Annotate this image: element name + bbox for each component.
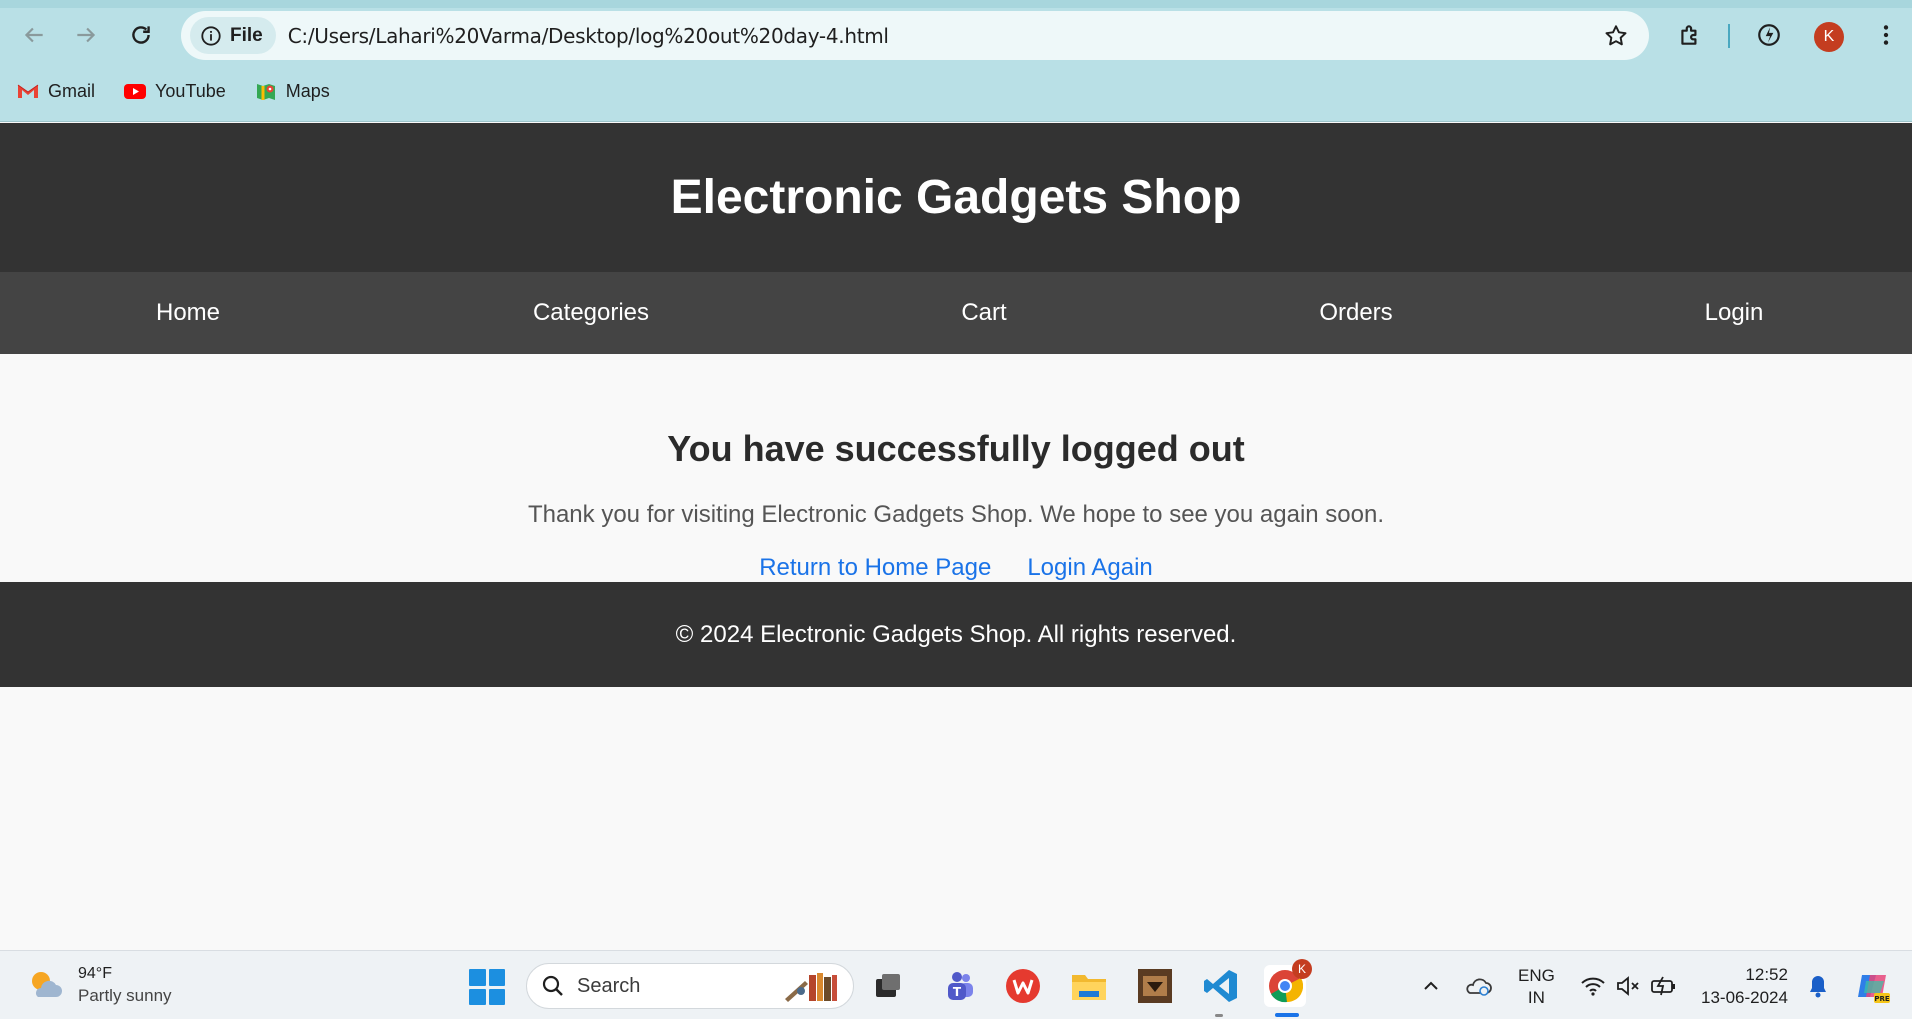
windows-logo-icon — [469, 969, 486, 986]
url-text[interactable]: C:/Users/Lahari%20Varma/Desktop/log%20ou… — [288, 24, 889, 48]
battery-charging-icon — [1651, 976, 1675, 996]
taskbar-file-explorer[interactable] — [1068, 965, 1110, 1007]
speedometer-icon — [1758, 24, 1780, 46]
logout-heading: You have successfully logged out — [667, 428, 1245, 469]
language-indicator[interactable]: ENG IN — [1518, 965, 1555, 1009]
photo-thumbnail-icon — [1138, 969, 1172, 1003]
browser-menu-button[interactable] — [1868, 17, 1904, 53]
nav-categories[interactable]: Categories — [533, 272, 649, 354]
chevron-up-icon — [1424, 981, 1438, 990]
windows-logo-icon — [488, 969, 505, 986]
taskbar-search[interactable]: Search — [526, 963, 854, 1009]
reload-icon — [132, 26, 150, 44]
clock-date: 13-06-2024 — [1701, 988, 1788, 1007]
forward-arrow-icon — [77, 27, 96, 43]
toolbar-separator — [1728, 24, 1730, 48]
address-bar[interactable]: File C:/Users/Lahari%20Varma/Desktop/log… — [181, 11, 1649, 60]
vscode-icon — [1204, 970, 1237, 1002]
system-clock[interactable]: 12:52 13-06-2024 — [1701, 963, 1788, 1009]
windows-logo-icon — [488, 988, 505, 1005]
teams-icon: T — [948, 972, 973, 1000]
bell-icon — [1810, 976, 1826, 998]
partly-sunny-icon — [32, 972, 62, 997]
main-nav: Home Categories Cart Orders Login — [0, 272, 1912, 354]
taskbar: 94°F Partly sunny Search T K ENG IN 12:5… — [0, 950, 1912, 1019]
return-home-link[interactable]: Return to Home Page — [759, 554, 991, 582]
bookmark-star-button[interactable] — [1599, 19, 1633, 53]
notifications-button[interactable] — [1797, 965, 1839, 1007]
bookmark-maps[interactable]: Maps — [254, 81, 330, 102]
weather-widget[interactable]: 94°F Partly sunny — [26, 963, 172, 1007]
site-title: Electronic Gadgets Shop — [670, 171, 1242, 224]
start-button[interactable] — [469, 969, 505, 1005]
browser-chrome: File C:/Users/Lahari%20Varma/Desktop/log… — [0, 0, 1912, 122]
lang-code: ENG — [1518, 966, 1555, 985]
battery-button[interactable] — [1643, 965, 1685, 1007]
wps-office-icon — [1006, 969, 1040, 1003]
windows-logo-icon — [469, 988, 486, 1005]
login-again-link[interactable]: Login Again — [1027, 554, 1152, 582]
weather-temp: 94°F — [78, 965, 112, 982]
forward-button[interactable] — [66, 15, 106, 55]
back-button[interactable] — [14, 15, 54, 55]
show-hidden-icons-button[interactable] — [1410, 965, 1452, 1007]
logout-section: You have successfully logged out Thank y… — [0, 354, 1912, 582]
taskbar-photo-app[interactable] — [1134, 965, 1176, 1007]
more-vert-icon — [1883, 25, 1889, 45]
site-info-chip[interactable]: File — [190, 17, 276, 54]
back-arrow-icon — [24, 27, 43, 43]
extensions-button[interactable] — [1672, 17, 1708, 53]
maps-icon — [256, 84, 275, 100]
clock-time: 12:52 — [1745, 965, 1788, 984]
star-icon — [1605, 25, 1627, 46]
nav-home[interactable]: Home — [156, 272, 220, 354]
folder-icon — [1072, 975, 1106, 1000]
search-label: Search — [577, 974, 641, 997]
weather-condition: Partly sunny — [78, 986, 172, 1005]
copilot-icon: PRE — [1858, 975, 1890, 1003]
task-view-icon — [876, 974, 900, 997]
onedrive-button[interactable] — [1457, 965, 1499, 1007]
profile-avatar[interactable]: K — [1814, 22, 1844, 52]
bookmark-label: Gmail — [48, 80, 96, 101]
wifi-icon — [1581, 977, 1605, 996]
bookmark-label: YouTube — [155, 80, 226, 101]
nav-cart[interactable]: Cart — [961, 272, 1006, 354]
volume-muted-icon — [1617, 976, 1639, 996]
taskbar-task-view[interactable] — [867, 965, 909, 1007]
svg-text:PRE: PRE — [1874, 995, 1890, 1003]
running-indicator — [1215, 1014, 1223, 1017]
performance-button[interactable] — [1751, 17, 1787, 53]
bookmark-gmail[interactable]: Gmail — [16, 81, 95, 102]
youtube-icon — [124, 84, 147, 99]
active-app-indicator — [1275, 1013, 1299, 1017]
lang-region: IN — [1527, 988, 1545, 1007]
reload-button[interactable] — [121, 15, 161, 55]
taskbar-vscode[interactable] — [1200, 965, 1242, 1007]
chrome-profile-badge: K — [1292, 959, 1312, 979]
copyright-text: © 2024 Electronic Gadgets Shop. All righ… — [675, 620, 1237, 648]
books-illustration-icon — [785, 973, 837, 1002]
bookmarks-bar: Gmail YouTube Maps — [16, 76, 330, 106]
gmail-icon — [17, 84, 39, 98]
site-chip-label: File — [230, 24, 263, 46]
site-footer: © 2024 Electronic Gadgets Shop. All righ… — [0, 582, 1912, 687]
cloud-sync-icon — [1466, 978, 1492, 996]
bookmark-label: Maps — [285, 80, 330, 101]
logout-message: Thank you for visiting Electronic Gadget… — [527, 501, 1385, 528]
puzzle-icon — [1681, 25, 1697, 45]
nav-login[interactable]: Login — [1705, 272, 1764, 354]
search-icon — [542, 975, 563, 996]
nav-orders[interactable]: Orders — [1319, 272, 1392, 354]
taskbar-chrome[interactable]: K — [1264, 959, 1312, 1007]
svg-text:T: T — [953, 985, 962, 999]
site-header: Electronic Gadgets Shop — [0, 123, 1912, 272]
taskbar-wps-office[interactable] — [1002, 965, 1044, 1007]
tab-strip-edge — [0, 0, 1912, 8]
logout-links: Return to Home Page Login Again — [0, 554, 1912, 582]
copilot-button[interactable]: PRE — [1852, 965, 1894, 1007]
bookmark-youtube[interactable]: YouTube — [123, 81, 226, 102]
info-icon — [201, 25, 221, 46]
taskbar-teams[interactable]: T — [938, 965, 980, 1007]
